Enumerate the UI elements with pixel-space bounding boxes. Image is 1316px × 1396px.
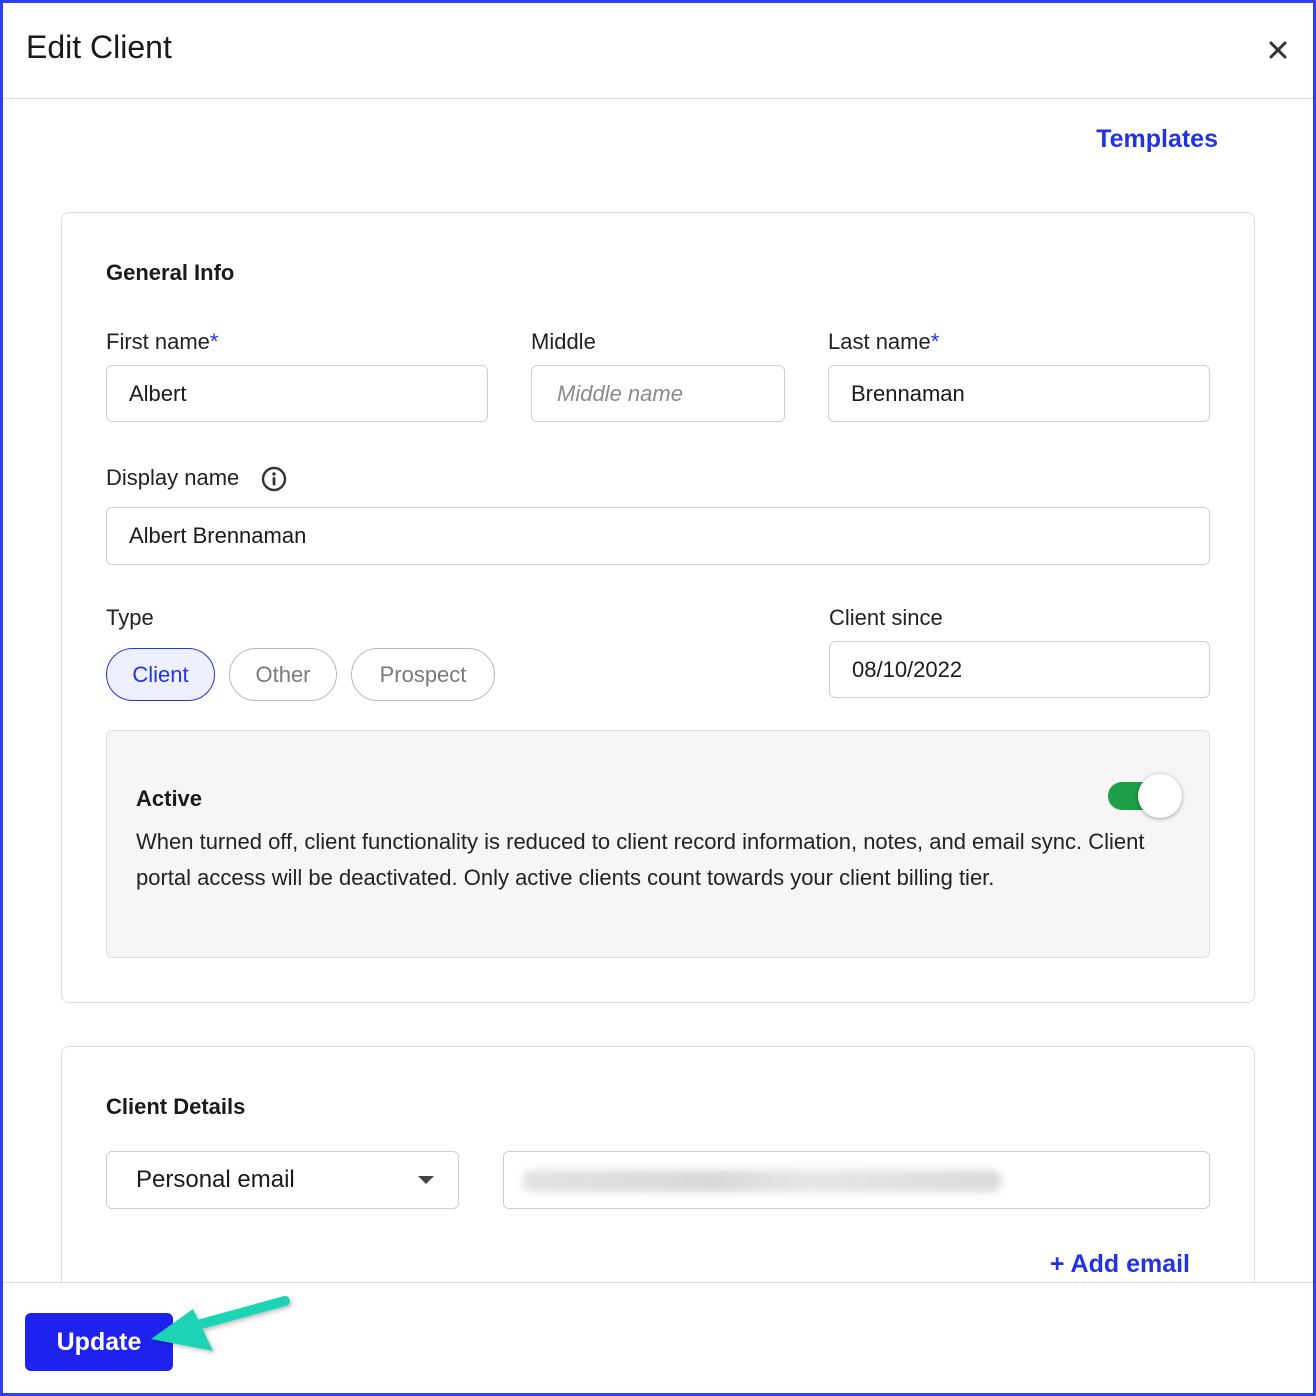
active-title: Active — [136, 786, 203, 811]
last-name-label: Last name* — [828, 329, 939, 355]
dialog-title: Edit Client — [26, 29, 172, 65]
toggle-knob — [1138, 774, 1182, 818]
active-toggle[interactable] — [1108, 774, 1182, 818]
first-name-label-text: First name — [106, 329, 210, 354]
email-type-select[interactable]: Personal email — [106, 1151, 459, 1209]
middle-label: Middle — [531, 329, 596, 354]
client-since-input[interactable]: 08/10/2022 — [829, 641, 1210, 698]
last-name-input[interactable]: Brennaman — [828, 365, 1210, 422]
middle-name-input[interactable]: Middle name — [531, 365, 785, 422]
display-name-input[interactable]: Albert Brennaman — [106, 507, 1210, 565]
dialog-header: Edit Client — [3, 3, 1313, 99]
general-info-title: General Info — [106, 260, 235, 285]
type-label: Type — [106, 605, 154, 630]
first-name-input[interactable]: Albert — [106, 365, 488, 422]
client-since-label: Client since — [829, 605, 943, 630]
type-chip-client[interactable]: Client — [106, 648, 215, 701]
email-type-value: Personal email — [136, 1166, 295, 1193]
display-name-label: Display name — [106, 465, 240, 490]
first-name-label: First name* — [106, 329, 218, 355]
required-mark: * — [930, 329, 940, 354]
last-name-label-text: Last name — [828, 329, 931, 354]
type-chip-other[interactable]: Other — [229, 648, 337, 701]
edit-client-dialog: Edit Client Templates General Info First… — [0, 0, 1316, 1396]
general-info-card: General Info First name* Albert Middle M… — [61, 212, 1255, 1003]
active-panel: Active When turned off, client functiona… — [106, 730, 1210, 958]
email-input[interactable] — [503, 1151, 1210, 1209]
add-email-link[interactable]: + Add email — [1050, 1250, 1190, 1279]
required-mark: * — [209, 329, 219, 354]
annotation-arrow-icon — [151, 1296, 290, 1351]
info-icon[interactable] — [261, 466, 287, 492]
chevron-down-icon — [418, 1176, 434, 1184]
redacted-email — [522, 1170, 1002, 1192]
templates-link[interactable]: Templates — [1096, 125, 1218, 154]
close-icon[interactable] — [1265, 37, 1291, 63]
client-details-title: Client Details — [106, 1094, 246, 1119]
active-description: When turned off, client functionality is… — [136, 829, 1145, 890]
type-chip-prospect[interactable]: Prospect — [351, 648, 495, 701]
